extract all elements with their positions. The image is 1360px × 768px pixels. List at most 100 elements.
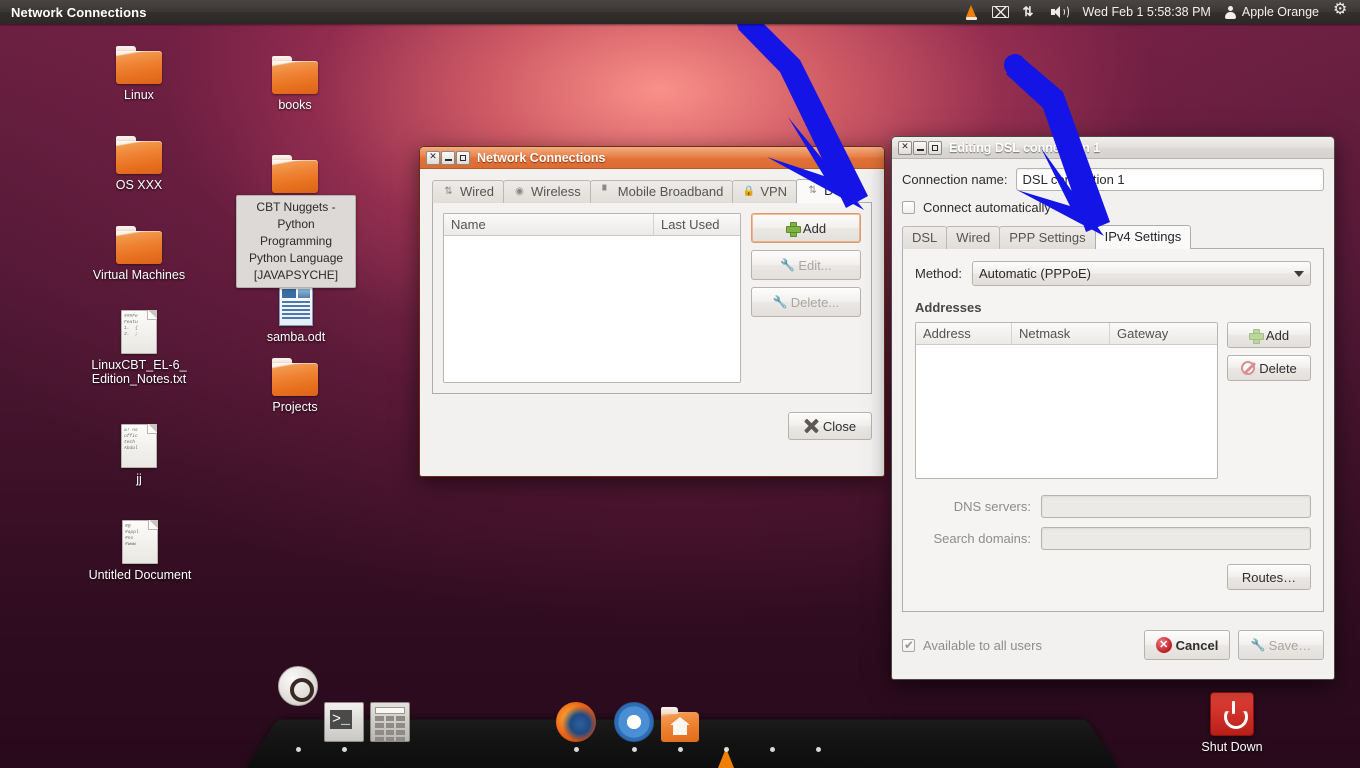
desktop-icon-jj[interactable]: a! ns offic tech Abdul jj	[78, 420, 200, 486]
tab-dsl[interactable]: DSL	[902, 226, 948, 249]
tab-wired[interactable]: Wired	[946, 226, 1001, 249]
window-controls[interactable]: ✕	[426, 150, 470, 165]
address-add-button[interactable]: Add	[1227, 322, 1311, 348]
minimize-icon[interactable]	[441, 150, 455, 165]
clock[interactable]: Wed Feb 1 5:58:38 PM	[1076, 0, 1218, 24]
desktop-icon-cbt-nuggets-folder[interactable]	[234, 145, 356, 197]
connection-type-tabs[interactable]: ⇅ Wired ◉ Wireless ▘ Mobile Broadband 🔒 …	[432, 179, 872, 203]
search-domains-row: Search domains:	[915, 527, 1311, 550]
volume-icon[interactable]	[1044, 0, 1076, 24]
wrench-icon: 🔧	[772, 294, 788, 309]
network-connections-window[interactable]: ✕ Network Connections ⇅ Wired ◉ Wireless…	[419, 146, 885, 477]
gear-icon[interactable]	[1326, 0, 1354, 24]
folder-icon	[234, 46, 356, 94]
dock-item-ubuntu-logo-icon[interactable]	[278, 666, 318, 706]
addresses-label: Addresses	[915, 300, 982, 315]
chevron-down-icon	[1294, 270, 1304, 277]
shutdown-button[interactable]: Shut Down	[1170, 692, 1294, 754]
network-icon[interactable]: ⇅	[1016, 0, 1044, 24]
editing-dsl-titlebar[interactable]: ✕ Editing DSL connection 1	[892, 137, 1334, 159]
tab-wireless[interactable]: ◉ Wireless	[502, 180, 591, 203]
wrench-icon: 🔧	[1250, 637, 1266, 652]
user-menu[interactable]: Apple Orange	[1218, 0, 1326, 24]
dock-item-terminal-icon[interactable]: >_	[324, 702, 364, 742]
text-file-icon: a! ns offic tech Abdul	[78, 420, 200, 468]
addresses-area: Address Netmask Gateway Add Delete	[915, 322, 1311, 479]
mail-icon[interactable]	[985, 0, 1016, 24]
connection-name-row: Connection name: DSL connection 1	[902, 168, 1324, 191]
available-all-users-label: Available to all users	[923, 637, 1042, 653]
desktop-icon-linux[interactable]: Linux	[78, 36, 200, 102]
add-button[interactable]: Add	[751, 213, 861, 243]
routes-button[interactable]: Routes…	[1227, 564, 1311, 590]
user-icon	[1224, 5, 1236, 19]
save-button[interactable]: 🔧 Save…	[1238, 630, 1324, 660]
network-connections-titlebar[interactable]: ✕ Network Connections	[420, 147, 884, 169]
folder-icon	[234, 145, 356, 193]
plus-icon	[1248, 328, 1264, 344]
cancel-button[interactable]: ✕ Cancel	[1144, 630, 1230, 660]
tab-wired[interactable]: ⇅ Wired	[432, 180, 504, 203]
connections-list[interactable]: Name Last Used	[443, 213, 741, 383]
power-icon	[1210, 692, 1254, 736]
edit-button[interactable]: 🔧 Edit...	[751, 250, 861, 280]
desktop-icon-untitled-document[interactable]: #@ #appl #ns #www Untitled Document	[74, 516, 206, 582]
dialog-footer: Available to all users ✕ Cancel 🔧 Save…	[902, 630, 1324, 660]
method-row: Method: Automatic (PPPoE)	[915, 261, 1311, 286]
dialog-action-row: Close	[432, 394, 872, 440]
connect-automatically-checkbox[interactable]	[902, 201, 915, 214]
wrench-icon: 🔧	[780, 257, 796, 272]
method-dropdown[interactable]: Automatic (PPPoE)	[971, 261, 1311, 286]
close-x-icon	[804, 419, 819, 433]
dock-item-firefox-icon[interactable]	[556, 702, 596, 742]
delete-button[interactable]: 🔧 Delete...	[751, 287, 861, 317]
text-file-icon: #@ #appl #ns #www	[74, 516, 206, 564]
no-entry-icon	[1241, 361, 1256, 375]
connect-automatically-row[interactable]: Connect automatically	[902, 200, 1324, 215]
close-button[interactable]: Close	[788, 412, 872, 440]
method-label: Method:	[915, 266, 962, 281]
addresses-table[interactable]: Address Netmask Gateway	[915, 322, 1218, 479]
dsl-icon: ⇅	[808, 185, 817, 196]
desktop-icon-virtual-machines[interactable]: Virtual Machines	[78, 216, 200, 282]
connections-list-body	[444, 236, 740, 382]
vlc-icon[interactable]	[958, 0, 985, 24]
dock-item-calculator-icon[interactable]	[370, 702, 410, 742]
folder-icon	[78, 126, 200, 174]
dns-servers-input[interactable]	[1041, 495, 1311, 518]
dock-item-chromium-icon[interactable]	[614, 702, 654, 742]
panel-window-title[interactable]: Network Connections	[11, 5, 147, 20]
address-delete-button[interactable]: Delete	[1227, 355, 1311, 381]
close-icon[interactable]: ✕	[898, 140, 912, 155]
close-icon[interactable]: ✕	[426, 150, 440, 165]
text-file-icon: ###Fe Featu 1. {2. ;	[74, 306, 204, 354]
maximize-icon[interactable]	[928, 140, 942, 155]
desktop-icon-linuxcbt-notes[interactable]: ###Fe Featu 1. {2. ; LinuxCBT_EL-6_ Editio…	[74, 306, 204, 386]
tab-mobile-broadband[interactable]: ▘ Mobile Broadband	[589, 180, 734, 203]
dock-item-home-folder-icon[interactable]	[660, 706, 700, 746]
search-domains-input[interactable]	[1041, 527, 1311, 550]
minimize-icon[interactable]	[913, 140, 927, 155]
connection-name-input[interactable]: DSL connection 1	[1015, 168, 1324, 191]
dsl-settings-tabs[interactable]: DSL Wired PPP Settings IPv4 Settings	[902, 225, 1324, 249]
maximize-icon[interactable]	[456, 150, 470, 165]
tab-ipv4-settings[interactable]: IPv4 Settings	[1094, 225, 1192, 249]
desktop-icon-projects[interactable]: Projects	[234, 348, 356, 414]
top-panel: Network Connections ⇅ Wed Feb 1 5:58:38 …	[0, 0, 1360, 24]
method-value: Automatic (PPPoE)	[978, 266, 1091, 281]
dialog-title: Editing DSL connection 1	[949, 140, 1101, 155]
desktop-icon-os-xxx[interactable]: OS XXX	[78, 126, 200, 192]
dock[interactable]: >_	[246, 666, 1118, 768]
tab-ppp-settings[interactable]: PPP Settings	[999, 226, 1096, 249]
panel-indicators: ⇅ Wed Feb 1 5:58:38 PM Apple Orange	[958, 0, 1360, 24]
desktop-icon-books[interactable]: books	[234, 46, 356, 112]
window-controls[interactable]: ✕	[898, 140, 942, 155]
tab-vpn[interactable]: 🔒 VPN	[732, 180, 798, 203]
routes-row: Routes…	[915, 564, 1311, 590]
addresses-table-body	[916, 345, 1217, 478]
connection-actions: Add 🔧 Edit... 🔧 Delete...	[751, 213, 861, 383]
connection-name-label: Connection name:	[902, 172, 1008, 187]
editing-dsl-connection-dialog[interactable]: ✕ Editing DSL connection 1 Connection na…	[891, 136, 1335, 680]
tab-dsl[interactable]: ⇅ DSL	[796, 179, 860, 203]
available-all-users-checkbox[interactable]	[902, 638, 915, 652]
